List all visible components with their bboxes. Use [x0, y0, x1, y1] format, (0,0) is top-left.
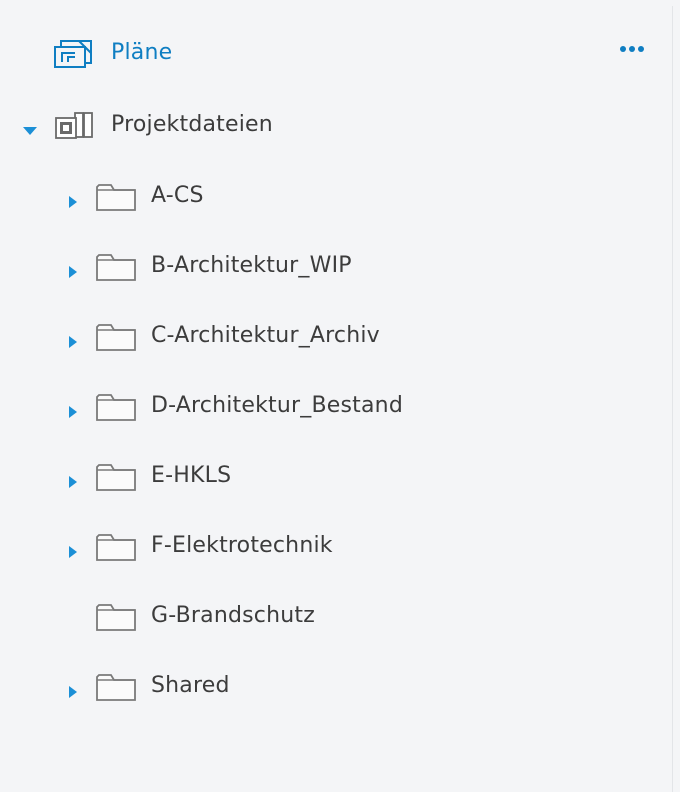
caret-right-icon[interactable] — [66, 680, 80, 698]
tree-item-plans[interactable]: Pläne — [8, 34, 672, 74]
tree-item-folder[interactable]: B-Architektur_WIP — [8, 247, 672, 287]
tree-item-label: E-HKLS — [151, 463, 232, 488]
caret-right-icon[interactable] — [66, 190, 80, 208]
tree-item-project-files[interactable]: Projektdateien — [8, 106, 672, 146]
tree-item-folder[interactable]: C-Architektur_Archiv — [8, 317, 672, 357]
tree-item-folder[interactable]: A-CS — [8, 177, 672, 217]
tree-item-label: D-Architektur_Bestand — [151, 393, 403, 418]
caret-right-icon[interactable] — [66, 470, 80, 488]
folder-icon — [95, 602, 137, 638]
folder-tree-panel: Pläne Projektdateien A-CS B-Architektur_… — [8, 6, 673, 792]
tree-item-folder[interactable]: G-Brandschutz — [8, 597, 672, 637]
caret-right-icon[interactable] — [66, 260, 80, 278]
tree-item-folder[interactable]: F-Elektrotechnik — [8, 527, 672, 567]
folder-icon — [95, 392, 137, 428]
folder-icon — [95, 322, 137, 358]
tree-item-label: B-Architektur_WIP — [151, 253, 352, 278]
tree-item-label: C-Architektur_Archiv — [151, 323, 380, 348]
caret-right-icon[interactable] — [66, 540, 80, 558]
caret-down-icon[interactable] — [22, 119, 37, 135]
folder-icon — [95, 672, 137, 708]
tree-item-label: F-Elektrotechnik — [151, 533, 333, 558]
caret-right-icon[interactable] — [66, 330, 80, 348]
caret-right-icon[interactable] — [66, 400, 80, 418]
folder-icon — [95, 182, 137, 218]
tree-item-label: Pläne — [111, 40, 173, 65]
project-files-icon — [53, 110, 99, 148]
folder-icon — [95, 462, 137, 498]
more-horizontal-icon[interactable] — [620, 46, 644, 52]
tree-item-folder[interactable]: E-HKLS — [8, 457, 672, 497]
folder-icon — [95, 252, 137, 288]
tree-item-label: Projektdateien — [111, 112, 273, 137]
folder-icon — [95, 532, 137, 568]
tree-item-folder[interactable]: D-Architektur_Bestand — [8, 387, 672, 427]
tree-item-folder[interactable]: Shared — [8, 667, 672, 707]
sheets-icon — [53, 39, 99, 75]
tree-item-label: Shared — [151, 673, 230, 698]
tree-item-label: G-Brandschutz — [151, 603, 315, 628]
tree-item-label: A-CS — [151, 183, 204, 208]
